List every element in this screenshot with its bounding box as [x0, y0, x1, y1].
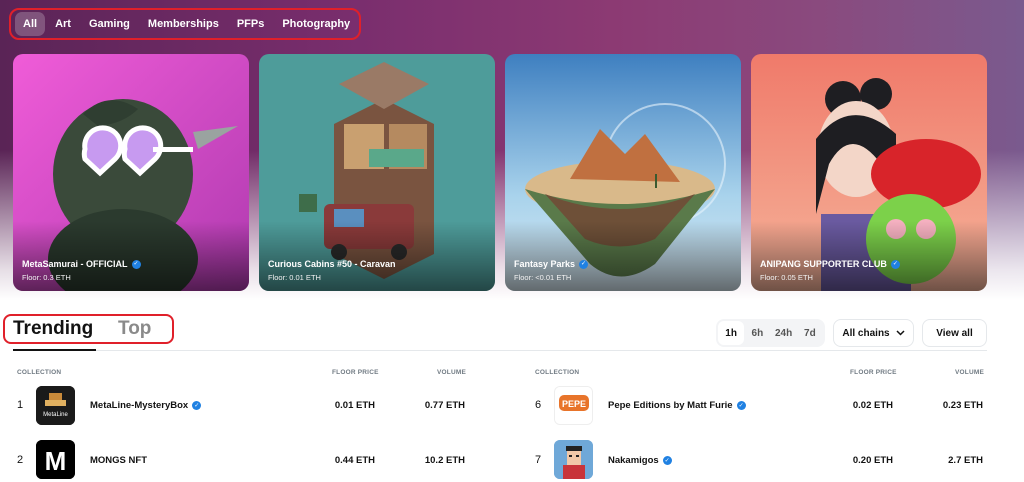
verified-icon: ✓: [890, 259, 900, 269]
row-rank: 6: [535, 399, 542, 411]
featured-card-curious-cabins[interactable]: Curious Cabins #50 - Caravan Floor: 0.01…: [259, 54, 495, 291]
column-header-volume: VOLUME: [437, 369, 467, 376]
tab-memberships[interactable]: Memberships: [140, 12, 227, 36]
svg-text:MetaLine: MetaLine: [43, 412, 68, 418]
time-24h-button[interactable]: 24h: [771, 321, 797, 345]
time-7d-button[interactable]: 7d: [797, 321, 823, 345]
card-title: MetaSamurai - OFFICIAL ✓: [22, 259, 141, 269]
tab-art[interactable]: Art: [47, 12, 79, 36]
view-all-button[interactable]: View all: [922, 319, 987, 347]
chain-filter-dropdown[interactable]: All chains: [833, 319, 914, 347]
row-rank: 7: [535, 454, 542, 466]
tab-gaming[interactable]: Gaming: [81, 12, 138, 36]
category-tabs: All Art Gaming Memberships PFPs Photogra…: [9, 8, 361, 40]
verified-icon: ✓: [579, 259, 589, 269]
volume: 0.23 ETH: [942, 400, 983, 411]
collection-name: Pepe Editions by Matt Furie ✓: [608, 400, 746, 411]
chevron-down-icon: [896, 330, 905, 336]
collection-name: MetaLine-MysteryBox ✓: [90, 400, 202, 411]
featured-card-anipang[interactable]: ANIPANG SUPPORTER CLUB ✓ Floor: 0.05 ETH: [751, 54, 987, 291]
time-range-selector: 1h 6h 24h 7d: [716, 319, 825, 347]
card-floor: Floor: 0.3 ETH: [22, 273, 71, 282]
floor-price: 0.01 ETH: [334, 400, 375, 411]
card-title: Curious Cabins #50 - Caravan: [268, 259, 396, 269]
featured-collections: MetaSamurai - OFFICIAL ✓ Floor: 0.3 ETH …: [13, 54, 987, 291]
collection-thumbnail: PEPE: [554, 386, 593, 425]
row-rank: 2: [17, 454, 24, 466]
volume: 10.2 ETH: [424, 455, 465, 466]
svg-text:M: M: [45, 446, 67, 476]
card-title: ANIPANG SUPPORTER CLUB ✓: [760, 259, 900, 269]
collection-thumbnail: M: [36, 440, 75, 479]
svg-text:PEPE: PEPE: [562, 399, 586, 409]
collection-thumbnail: MetaLine: [36, 386, 75, 425]
verified-icon: ✓: [736, 401, 746, 410]
floor-price: 0.20 ETH: [852, 455, 893, 466]
collection-thumbnail: [554, 440, 593, 479]
active-tab-underline: [13, 349, 96, 351]
floor-price: 0.02 ETH: [852, 400, 893, 411]
card-floor: Floor: <0.01 ETH: [514, 273, 572, 282]
tab-pfps[interactable]: PFPs: [229, 12, 273, 36]
collection-name: MONGS NFT: [90, 455, 147, 466]
volume: 0.77 ETH: [424, 400, 465, 411]
verified-icon: ✓: [131, 259, 141, 269]
tab-photography[interactable]: Photography: [274, 12, 358, 36]
tab-trending[interactable]: Trending: [13, 318, 93, 340]
column-header-collection: COLLECTION: [535, 369, 580, 376]
card-floor: Floor: 0.05 ETH: [760, 273, 813, 282]
column-header-collection: COLLECTION: [17, 369, 62, 376]
verified-icon: ✓: [662, 456, 672, 465]
featured-card-fantasy-parks[interactable]: Fantasy Parks ✓ Floor: <0.01 ETH: [505, 54, 741, 291]
card-floor: Floor: 0.01 ETH: [268, 273, 321, 282]
time-1h-button[interactable]: 1h: [718, 321, 745, 345]
column-header-floor-price: FLOOR PRICE: [850, 369, 897, 376]
floor-price: 0.44 ETH: [334, 455, 375, 466]
column-header-floor-price: FLOOR PRICE: [332, 369, 379, 376]
divider: [13, 350, 987, 351]
collection-name: Nakamigos ✓: [608, 455, 672, 466]
time-6h-button[interactable]: 6h: [744, 321, 770, 345]
tab-top[interactable]: Top: [118, 318, 151, 340]
featured-card-metasamurai[interactable]: MetaSamurai - OFFICIAL ✓ Floor: 0.3 ETH: [13, 54, 249, 291]
column-header-volume: VOLUME: [955, 369, 985, 376]
verified-icon: ✓: [192, 401, 202, 410]
row-rank: 1: [17, 399, 24, 411]
tab-all[interactable]: All: [15, 12, 46, 36]
volume: 2.7 ETH: [948, 455, 983, 466]
card-title: Fantasy Parks ✓: [514, 259, 589, 269]
